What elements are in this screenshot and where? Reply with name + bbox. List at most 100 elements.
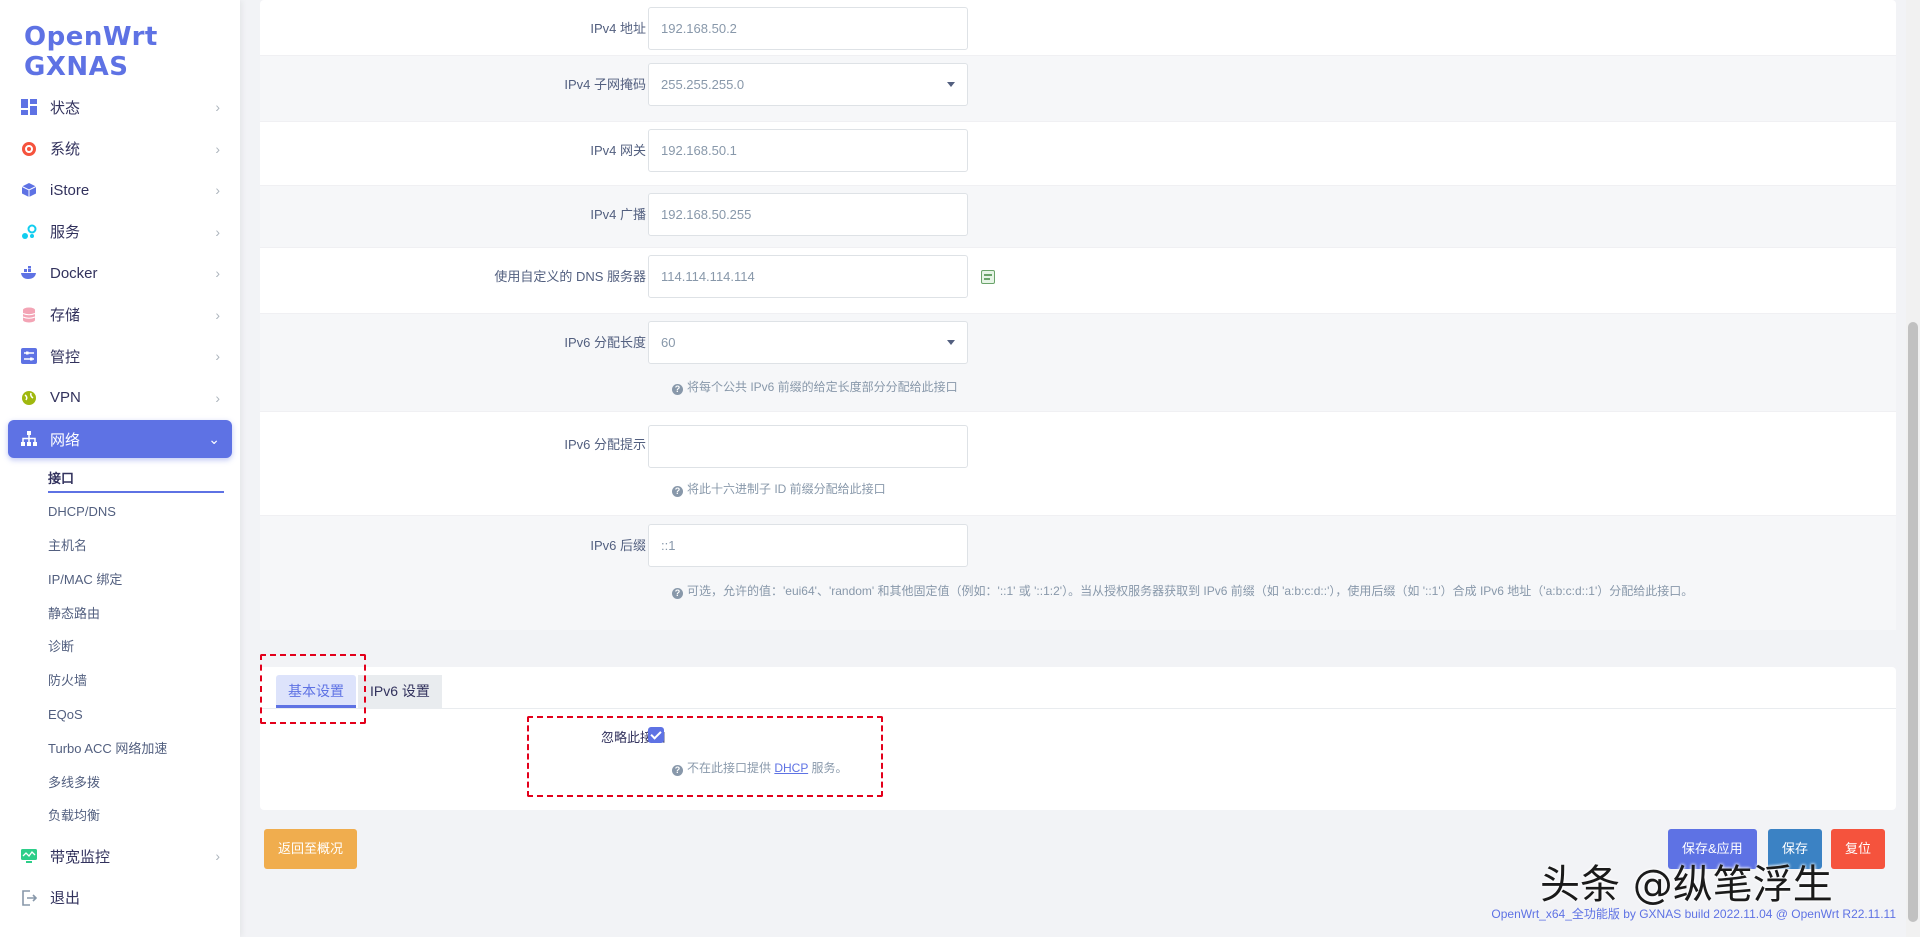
sidebar-item-label: 状态 <box>50 99 81 117</box>
submenu-item-dhcp-dns[interactable]: DHCP/DNS <box>8 495 232 529</box>
sidebar-item-label: 存储 <box>50 307 81 324</box>
sidebar-item-control[interactable]: 管控 › <box>8 337 232 375</box>
submenu-item-load-balance[interactable]: 负载均衡 <box>8 799 232 833</box>
select-value: 255.255.255.0 <box>661 77 745 92</box>
reset-button[interactable]: 复位 <box>1831 829 1886 869</box>
help-icon: ? <box>672 588 683 599</box>
sidebar-item-services[interactable]: 服务 › <box>8 213 232 251</box>
submenu-item-eqos[interactable]: EQoS <box>8 698 232 732</box>
field-label: IPv4 广播 <box>590 207 646 222</box>
brand-logo[interactable]: OpenWrt GXNAS <box>24 22 240 82</box>
sidebar: OpenWrt GXNAS 状态 › 系统 › iStore › 服务 › Do… <box>0 0 240 937</box>
submenu-item-multi-dial[interactable]: 多线多拨 <box>8 766 232 800</box>
sidebar-item-docker[interactable]: Docker › <box>8 254 232 292</box>
row-ipv4-netmask: IPv4 子网掩码 255.255.255.0 <box>260 56 1896 122</box>
ipv6-assign-length-select[interactable]: 60 <box>648 321 968 364</box>
monitor-icon <box>20 847 38 865</box>
database-icon <box>20 306 38 324</box>
sidebar-item-system[interactable]: 系统 › <box>8 130 232 168</box>
submenu-item-diagnostics[interactable]: 诊断 <box>8 630 232 664</box>
sidebar-item-label: iStore <box>50 181 90 199</box>
chevron-right-icon: › <box>215 265 220 281</box>
scrollbar-track[interactable] <box>1906 0 1920 937</box>
dns-server-input[interactable]: 114.114.114.114 <box>648 255 968 298</box>
docker-icon <box>20 264 38 282</box>
chevron-right-icon: › <box>215 848 220 865</box>
sidebar-item-istore[interactable]: iStore › <box>8 171 232 209</box>
ipv4-address-input[interactable]: 192.168.50.2 <box>648 7 968 50</box>
submenu-item-ip-mac-binding[interactable]: IP/MAC 绑定 <box>8 563 232 597</box>
chevron-right-icon: › <box>215 140 220 157</box>
ipv4-netmask-select[interactable]: 255.255.255.0 <box>648 63 968 106</box>
sidebar-item-label: 管控 <box>50 348 81 366</box>
ipv6-assign-hint-input[interactable] <box>648 425 968 468</box>
help-icon: ? <box>672 765 683 776</box>
sidebar-item-status[interactable]: 状态 › <box>8 88 232 126</box>
submenu-item-hostnames[interactable]: 主机名 <box>8 529 232 563</box>
main-content: IPv4 地址 192.168.50.2 IPv4 子网掩码 255.255.2… <box>240 0 1920 937</box>
chevron-down-icon: ⌄ <box>208 430 220 447</box>
submenu-item-firewall[interactable]: 防火墙 <box>8 664 232 698</box>
help-text: ? 不在此接口提供 DHCP 服务。 <box>672 759 847 776</box>
submenu-item-static-routes[interactable]: 静态路由 <box>8 597 232 631</box>
dhcp-link[interactable]: DHCP <box>774 761 808 775</box>
sidebar-item-label: Docker <box>50 264 98 282</box>
field-label: 使用自定义的 DNS 服务器 <box>494 269 646 284</box>
dhcp-server-panel: 基本设置 IPv6 设置 忽略此接口 ? 不在此接口提供 DHCP 服务。 <box>260 667 1896 810</box>
chevron-right-icon: › <box>215 348 220 364</box>
dhcp-tabs: 基本设置 IPv6 设置 <box>260 667 1896 709</box>
sidebar-item-label: 带宽监控 <box>50 848 111 866</box>
help-icon: ? <box>672 486 683 497</box>
field-label: IPv6 分配长度 <box>564 335 646 350</box>
sidebar-item-storage[interactable]: 存储 › <box>8 296 232 334</box>
row-ipv6-suffix: IPv6 后缀 ::1 ? 可选，允许的值：'eui64'、'random' 和其… <box>260 516 1896 630</box>
row-ipv6-assign-hint: IPv6 分配提示 ? 将此十六进制子 ID 前缀分配给此接口 <box>260 412 1896 516</box>
add-entry-icon[interactable] <box>981 270 995 284</box>
chevron-right-icon: › <box>215 223 220 240</box>
chevron-right-icon: › <box>215 99 220 115</box>
tab-basic-settings[interactable]: 基本设置 <box>276 675 356 708</box>
sidebar-item-network[interactable]: 网络 ⌄ <box>8 420 232 458</box>
footer-build-info[interactable]: OpenWrt_x64_全功能版 by GXNAS build 2022.11.… <box>1491 905 1896 922</box>
ipv4-gateway-input[interactable]: 192.168.50.1 <box>648 129 968 172</box>
sidebar-item-vpn[interactable]: VPN › <box>8 379 232 417</box>
sidebar-item-bandwidth[interactable]: 带宽监控 › <box>8 837 232 875</box>
help-text: ? 将此十六进制子 ID 前缀分配给此接口 <box>672 480 886 497</box>
row-custom-dns: 使用自定义的 DNS 服务器 114.114.114.114 <box>260 248 1896 314</box>
sidebar-item-label: VPN <box>50 389 81 406</box>
ipv4-broadcast-input[interactable]: 192.168.50.255 <box>648 193 968 236</box>
help-text: ? 将每个公共 IPv6 前缀的给定长度部分分配给此接口 <box>672 378 958 395</box>
field-label: IPv6 分配提示 <box>564 437 646 452</box>
scrollbar-thumb[interactable] <box>1908 322 1918 922</box>
row-ipv4-address: IPv4 地址 192.168.50.2 <box>260 0 1896 56</box>
sidebar-item-label: 退出 <box>50 890 81 908</box>
services-icon <box>20 223 38 241</box>
network-submenu: 接口 DHCP/DNS 主机名 IP/MAC 绑定 静态路由 诊断 防火墙 EQ… <box>8 462 232 834</box>
field-label: IPv4 网关 <box>590 143 646 158</box>
submenu-item-turbo-acc[interactable]: Turbo ACC 网络加速 <box>8 732 232 766</box>
dashboard-icon <box>20 98 38 116</box>
logout-icon <box>20 889 38 907</box>
sidebar-nav: 状态 › 系统 › iStore › 服务 › Docker › 存储 › 管控… <box>8 88 232 920</box>
field-label: IPv6 后缀 <box>590 538 646 553</box>
interface-settings-panel: IPv4 地址 192.168.50.2 IPv4 子网掩码 255.255.2… <box>260 0 1896 630</box>
select-value: 60 <box>661 335 676 350</box>
sidebar-item-label: 服务 <box>50 224 81 241</box>
help-icon: ? <box>672 384 683 395</box>
watermark-text: 头条 @纵笔浮生 <box>1540 862 1833 908</box>
row-ipv6-assign-length: IPv6 分配长度 60 ? 将每个公共 IPv6 前缀的给定长度部分分配给此接口 <box>260 314 1896 412</box>
ignore-interface-checkbox[interactable] <box>648 727 664 743</box>
back-to-overview-button[interactable]: 返回至概况 <box>264 829 358 869</box>
gear-icon <box>20 140 38 158</box>
tab-ipv6-settings[interactable]: IPv6 设置 <box>358 675 442 708</box>
help-text: ? 可选，允许的值：'eui64'、'random' 和其他固定值（例如：'::1… <box>672 582 1693 599</box>
caret-down-icon <box>947 82 955 87</box>
ipv6-suffix-input[interactable]: ::1 <box>648 524 968 567</box>
sliders-icon <box>20 347 38 365</box>
row-ipv4-broadcast: IPv4 广播 192.168.50.255 <box>260 186 1896 248</box>
submenu-item-interfaces[interactable]: 接口 <box>8 462 232 496</box>
sidebar-item-logout[interactable]: 退出 <box>8 879 232 917</box>
chevron-right-icon: › <box>215 182 220 198</box>
network-icon <box>20 430 38 448</box>
sidebar-item-label: 系统 <box>50 141 81 158</box>
